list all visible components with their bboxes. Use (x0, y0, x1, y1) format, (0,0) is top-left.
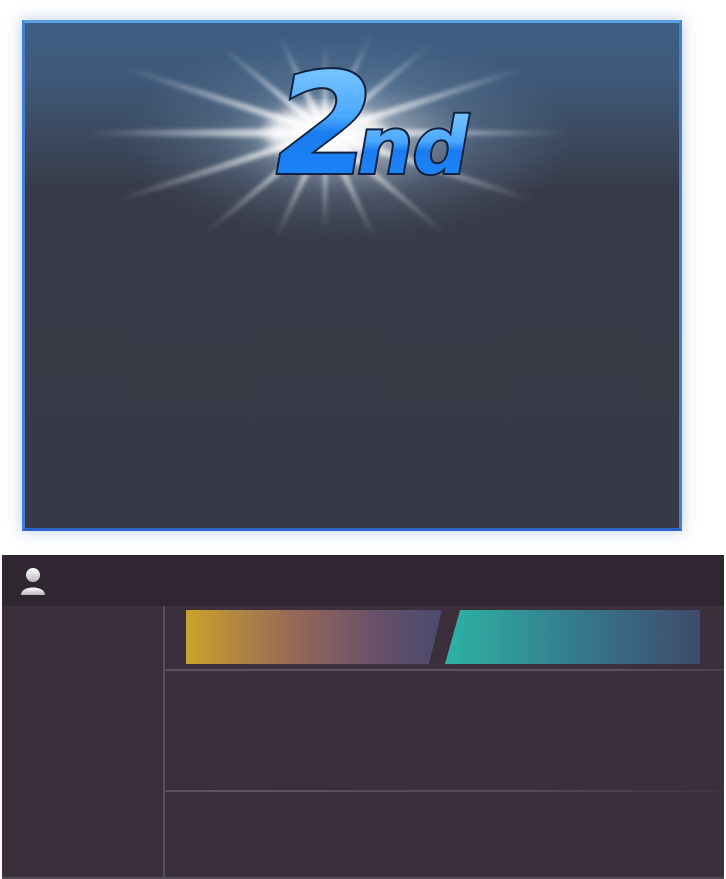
team-score-bars (186, 610, 700, 664)
gold-team-bar (186, 610, 442, 664)
placement-badge: 2 nd (85, 32, 577, 243)
player-list-column (2, 606, 165, 879)
row-divider (165, 790, 724, 792)
placement-suffix: nd (350, 101, 477, 192)
row-divider (165, 669, 724, 671)
player-avatar-icon[interactable] (19, 567, 47, 596)
teal-team-bar (445, 610, 700, 664)
scoreboard-header (2, 555, 724, 606)
scoreboard-panel (2, 555, 724, 879)
result-card: 2 nd (22, 20, 682, 531)
